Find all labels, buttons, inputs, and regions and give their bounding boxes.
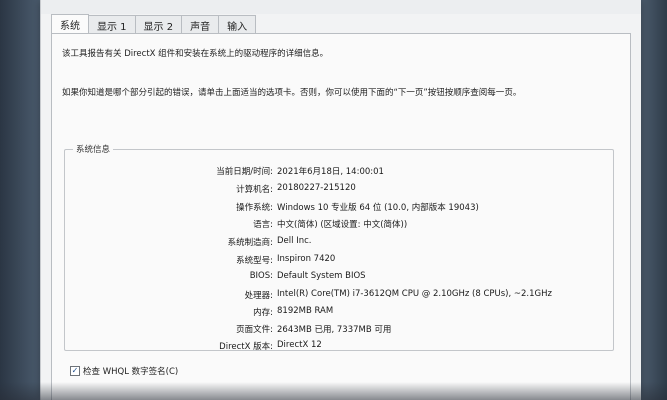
tab-sound[interactable]: 声音 bbox=[181, 15, 220, 33]
whql-check-row[interactable]: ✓ 检查 WHQL 数字签名(C) bbox=[70, 365, 178, 377]
info-label: 操作系统: bbox=[236, 203, 273, 213]
info-row-model: 系统型号: Inspiron 7420 bbox=[65, 254, 613, 270]
info-label: 页面文件: bbox=[236, 325, 273, 335]
info-value: DirectX 12 bbox=[277, 340, 322, 350]
system-tab-panel: 该工具报告有关 DirectX 组件和安装在系统上的驱动程序的详细信息。 如果你… bbox=[51, 33, 631, 400]
info-value: Inspiron 7420 bbox=[277, 254, 336, 264]
info-label: 语言: bbox=[253, 220, 273, 230]
info-label: 内存: bbox=[253, 308, 273, 318]
tab-bar: 系统 显示 1 显示 2 声音 输入 bbox=[51, 14, 257, 34]
info-row-manufacturer: 系统制造商: Dell Inc. bbox=[65, 236, 613, 252]
tab-system[interactable]: 系统 bbox=[51, 14, 89, 34]
whql-checkbox[interactable]: ✓ bbox=[70, 366, 80, 376]
screen-bottom-shade bbox=[0, 382, 667, 400]
info-value: 2021年6月18日, 14:00:01 bbox=[277, 167, 384, 177]
info-row-language: 语言: 中文(简体) (区域设置: 中文(简体)) bbox=[65, 218, 613, 234]
info-value: 中文(简体) (区域设置: 中文(简体)) bbox=[277, 220, 408, 230]
tab-display-2[interactable]: 显示 2 bbox=[134, 15, 183, 33]
info-label: 计算机名: bbox=[236, 185, 273, 195]
info-row-memory: 内存: 8192MB RAM bbox=[65, 306, 613, 322]
info-value: Windows 10 专业版 64 位 (10.0, 内部版本 19043) bbox=[277, 203, 479, 213]
info-value: 20180227-215120 bbox=[277, 183, 356, 193]
intro-text-line-2: 如果你知道是哪个部分引起的错误，请单击上面适当的选项卡。否则，你可以使用下面的“… bbox=[62, 88, 522, 98]
whql-label: 检查 WHQL 数字签名(C) bbox=[83, 367, 179, 377]
info-label: 当前日期/时间: bbox=[216, 167, 273, 177]
info-label: 系统制造商: bbox=[227, 238, 273, 248]
info-row-computer-name: 计算机名: 20180227-215120 bbox=[65, 183, 613, 199]
info-value: Default System BIOS bbox=[277, 271, 366, 281]
tab-display-1[interactable]: 显示 1 bbox=[88, 15, 136, 33]
info-row-directx: DirectX 版本: DirectX 12 bbox=[65, 340, 613, 356]
info-row-bios: BIOS: Default System BIOS bbox=[65, 271, 613, 287]
dxdiag-window: 系统 显示 1 显示 2 声音 输入 该工具报告有关 DirectX 组件和安装… bbox=[40, 0, 641, 400]
info-value: Intel(R) Core(TM) i7-3612QM CPU @ 2.10GH… bbox=[277, 289, 552, 299]
info-label: BIOS: bbox=[249, 271, 273, 281]
desktop-left-edge bbox=[0, 0, 40, 400]
info-row-pagefile: 页面文件: 2643MB 已用, 7337MB 可用 bbox=[65, 323, 613, 339]
screen: 系统 显示 1 显示 2 声音 输入 该工具报告有关 DirectX 组件和安装… bbox=[0, 0, 667, 400]
info-value: 2643MB 已用, 7337MB 可用 bbox=[277, 325, 392, 335]
title-bar bbox=[41, 0, 641, 14]
tab-input[interactable]: 输入 bbox=[218, 15, 257, 33]
info-value: 8192MB RAM bbox=[277, 306, 334, 316]
info-label: 处理器: bbox=[244, 291, 273, 301]
intro-text-line-1: 该工具报告有关 DirectX 组件和安装在系统上的驱动程序的详细信息。 bbox=[62, 49, 329, 59]
system-info-title: 系统信息 bbox=[73, 143, 114, 155]
info-row-os: 操作系统: Windows 10 专业版 64 位 (10.0, 内部版本 19… bbox=[65, 201, 613, 217]
info-row-processor: 处理器: Intel(R) Core(TM) i7-3612QM CPU @ 2… bbox=[65, 289, 613, 305]
info-label: 系统型号: bbox=[236, 256, 273, 266]
info-row-datetime: 当前日期/时间: 2021年6月18日, 14:00:01 bbox=[65, 165, 613, 181]
system-info-group: 系统信息 当前日期/时间: 2021年6月18日, 14:00:01 计算机名:… bbox=[64, 143, 614, 352]
info-value: Dell Inc. bbox=[277, 236, 312, 246]
info-label: DirectX 版本: bbox=[219, 342, 273, 352]
